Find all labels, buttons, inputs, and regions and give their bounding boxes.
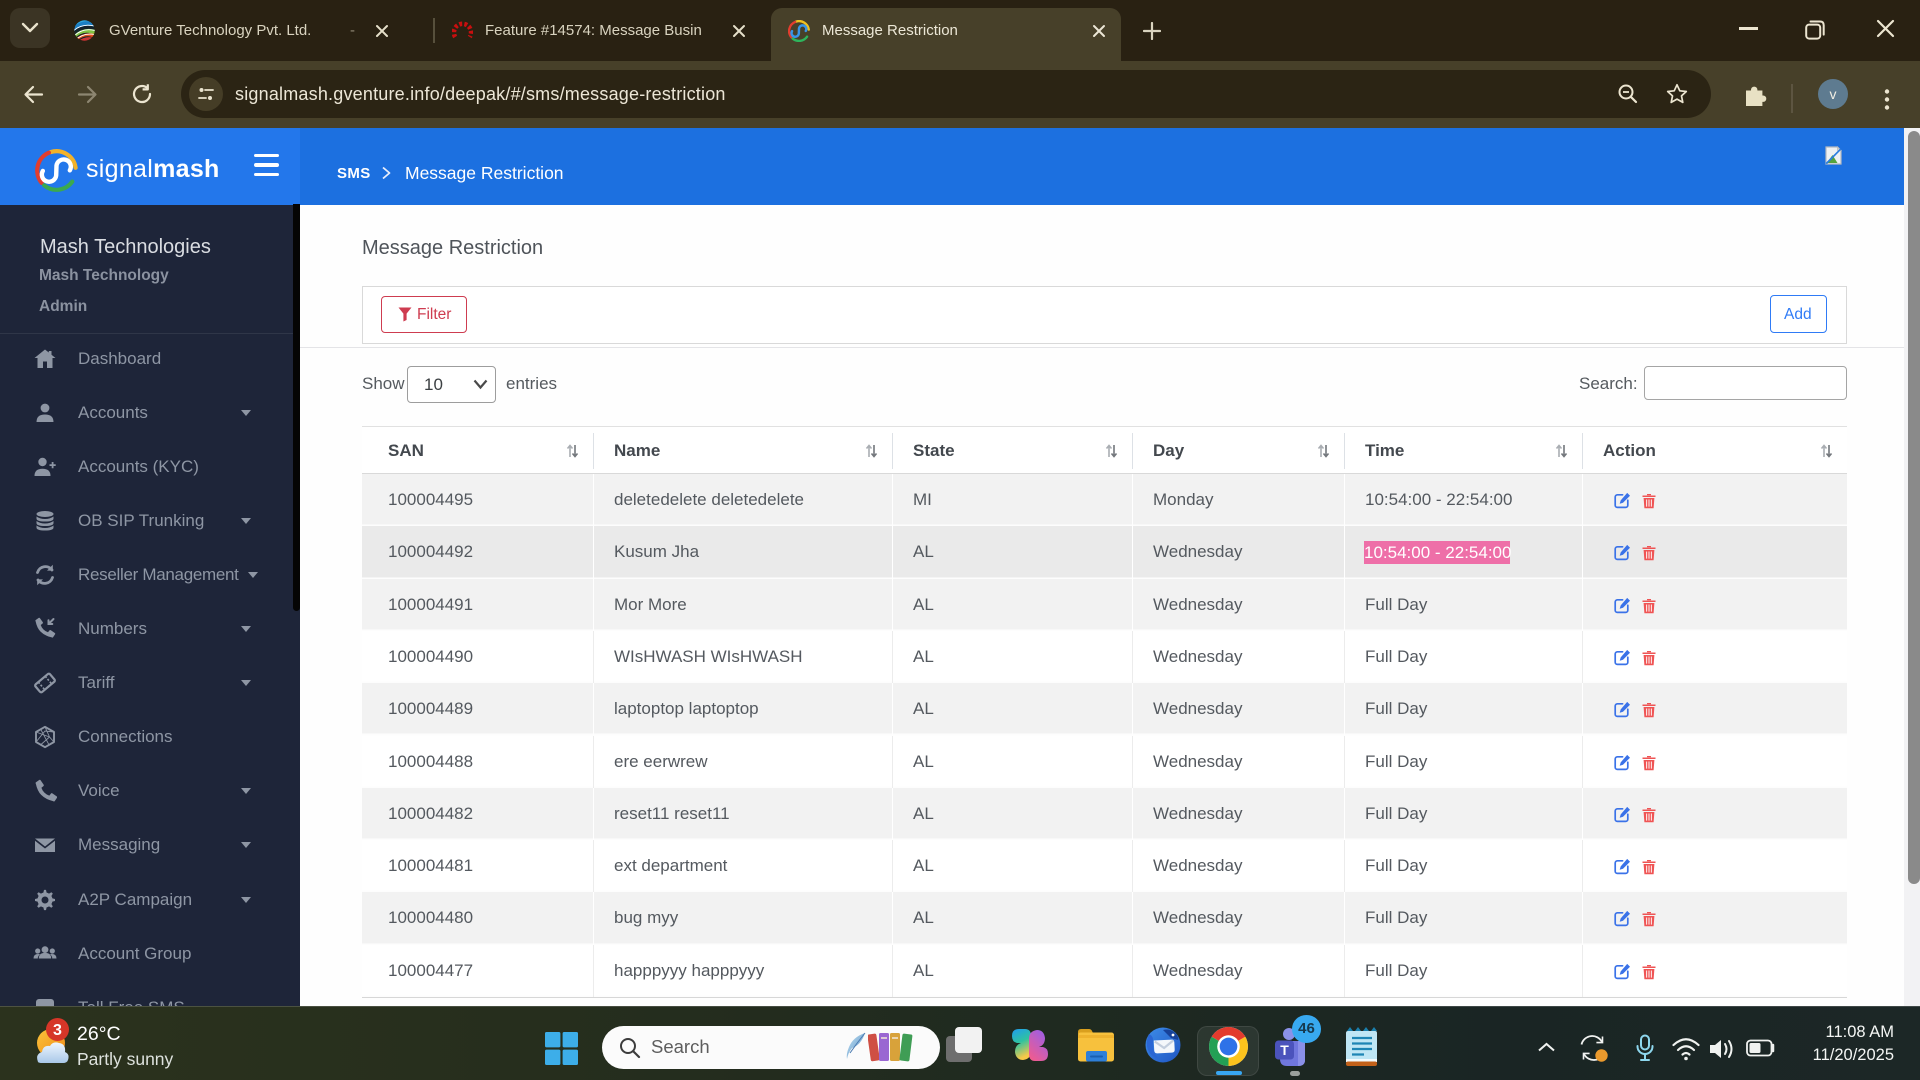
svg-text:3: 3 bbox=[53, 1022, 62, 1039]
svg-text:T: T bbox=[1280, 1042, 1289, 1058]
